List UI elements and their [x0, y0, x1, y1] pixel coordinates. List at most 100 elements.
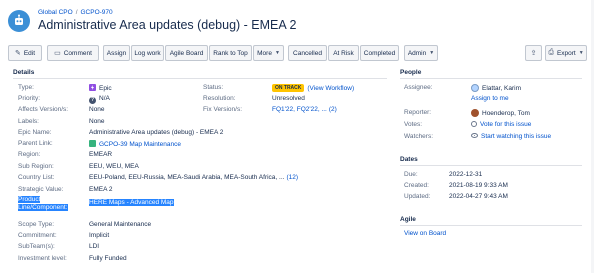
assign-to-me-link[interactable]: Assign to me: [471, 95, 509, 102]
field-value-text: Implicit: [89, 232, 110, 239]
breadcrumb-issue[interactable]: GCPO-970: [81, 9, 113, 16]
field-label: Country List:: [18, 174, 55, 181]
field-value: EEU-Poland, EEU-Russia, MEA-Saudi Arabia…: [89, 174, 298, 181]
edit-label: Edit: [23, 49, 36, 57]
agile-divider: [400, 225, 582, 226]
page-scrollbar[interactable]: [591, 0, 594, 273]
at-risk-label: At Risk: [333, 49, 354, 57]
assign-label: Assign: [106, 49, 127, 57]
field-label: Epic Name:: [18, 129, 52, 136]
chevron-down-icon: ▼: [274, 50, 280, 56]
field-value: ? N/A: [89, 95, 110, 104]
vote-link[interactable]: Vote for this issue: [471, 121, 531, 128]
field-label: Type:: [18, 84, 34, 91]
eye-icon: [471, 133, 478, 138]
assignee-value[interactable]: Elattar, Karim: [471, 84, 521, 92]
admin-label: Admin: [407, 49, 427, 57]
dates-heading: Dates: [400, 156, 418, 163]
details-heading: Details: [13, 69, 35, 76]
watchers-label: Watchers:: [404, 133, 434, 140]
field-label-line: Product: [18, 196, 41, 203]
updated-label: Updated:: [404, 193, 431, 200]
field-label: Status:: [203, 84, 224, 91]
cancelled-button[interactable]: Cancelled: [288, 45, 327, 61]
page-title: Administrative Area updates (debug) - EM…: [38, 18, 297, 32]
view-workflow-link[interactable]: (View Workflow): [307, 85, 354, 92]
field-label: SubTeam(s):: [18, 243, 55, 250]
comment-label: Comment: [63, 49, 92, 57]
completed-button[interactable]: Completed: [360, 45, 399, 61]
log-work-label: Log work: [134, 49, 161, 57]
log-work-button[interactable]: Log work: [131, 45, 164, 61]
people-divider: [400, 78, 582, 79]
more-values-link[interactable]: (12): [286, 174, 298, 181]
status-badge[interactable]: ON TRACK: [272, 84, 305, 92]
updated-value: 2022-04-27 9:43 AM: [449, 193, 508, 200]
reporter-value[interactable]: Hoenderop, Tom: [471, 109, 530, 117]
watch-link[interactable]: Start watching this issue: [471, 133, 551, 140]
field-value-text: Epic: [99, 85, 112, 92]
breadcrumb-project[interactable]: Global CPO: [38, 9, 73, 16]
project-avatar[interactable]: [8, 10, 30, 32]
reporter-name: Hoenderop, Tom: [482, 110, 530, 117]
share-button[interactable]: ⇪: [525, 45, 542, 61]
field-value: LDI: [89, 243, 99, 250]
assignee-avatar: [471, 84, 479, 92]
field-value-text[interactable]: FQ1'22, FQ2'22, ...: [272, 106, 327, 113]
agile-board-button[interactable]: Agile Board: [165, 45, 208, 61]
assignee-label: Assignee:: [404, 84, 433, 91]
field-label: Investment level:: [18, 255, 67, 262]
dates-divider: [400, 165, 582, 166]
comment-icon: ▭: [54, 50, 61, 57]
robot-icon: [15, 14, 23, 25]
field-value-text: None: [89, 118, 105, 125]
field-value: HERE Maps - Advanced Map: [89, 199, 174, 206]
share-icon: ⇪: [530, 50, 537, 57]
completed-label: Completed: [363, 49, 396, 57]
field-value-text: EEU, WEU, MEA: [89, 163, 139, 170]
created-label: Created:: [404, 182, 429, 189]
field-value: General Maintenance: [89, 221, 151, 228]
assign-button[interactable]: Assign: [103, 45, 130, 61]
field-value: Administrative Area updates (debug) - EM…: [89, 129, 223, 136]
breadcrumb: Global CPO / GCPO-970: [38, 9, 113, 16]
rank-to-top-button[interactable]: Rank to Top: [209, 45, 252, 61]
edit-button[interactable]: ✎ Edit: [8, 45, 42, 61]
details-divider: [13, 78, 387, 79]
field-label: Scope Type:: [18, 221, 55, 228]
field-value-text: EMEA 2: [89, 186, 113, 193]
vote-text: Vote for this issue: [480, 121, 532, 128]
field-value-text: None: [89, 106, 105, 113]
watch-text: Start watching this issue: [481, 133, 552, 140]
export-button[interactable]: ⎙ Export ▼: [545, 45, 587, 61]
field-value: FQ1'22, FQ2'22, ... (2): [272, 106, 337, 113]
field-label: Product Line/Component:: [18, 196, 68, 212]
chevron-down-icon: ▼: [429, 50, 435, 56]
field-label-line: Line/Component:: [18, 204, 68, 211]
field-label: Resolution:: [203, 95, 236, 102]
field-value: Fully Funded: [89, 255, 127, 262]
view-on-board-link[interactable]: View on Board: [404, 230, 446, 237]
field-value[interactable]: GCPO-39 Map Maintenance: [89, 140, 181, 148]
field-value: None: [89, 106, 105, 113]
field-label: Sub Region:: [18, 163, 54, 170]
admin-button[interactable]: Admin ▼: [404, 45, 438, 61]
comment-button[interactable]: ▭ Comment: [47, 45, 99, 61]
field-value-text: LDI: [89, 243, 100, 250]
priority-icon: ?: [89, 97, 96, 104]
field-value: None: [89, 118, 105, 125]
field-value-text: Fully Funded: [89, 255, 127, 262]
pencil-icon: ✎: [14, 50, 21, 57]
votes-label: Votes:: [404, 121, 423, 128]
field-value-text: EEU-Poland, EEU-Russia, MEA-Saudi Arabia…: [89, 174, 285, 181]
issue-toolbar: ✎ Edit ▭ Comment Assign Log work Agile Boa…: [8, 45, 588, 62]
more-label: More: [257, 49, 272, 57]
field-value: EEU, WEU, MEA: [89, 163, 139, 170]
more-button[interactable]: More ▼: [253, 45, 284, 61]
field-value: Unresolved: [272, 95, 305, 102]
field-value: EMEAR: [89, 151, 112, 158]
field-value: ON TRACK (View Workflow): [272, 84, 354, 92]
at-risk-button[interactable]: At Risk: [328, 45, 359, 61]
more-values-link[interactable]: (2): [329, 106, 337, 113]
field-value-text: General Maintenance: [89, 221, 152, 228]
